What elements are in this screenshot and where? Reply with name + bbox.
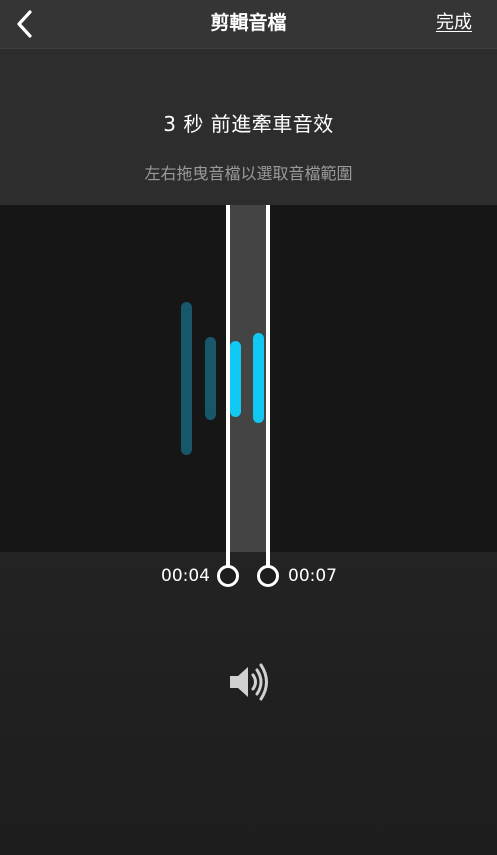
trim-hint: 左右拖曳音檔以選取音檔範圍 (144, 164, 353, 183)
start-time: 00:04 (161, 566, 210, 586)
waveform-bar (181, 302, 192, 455)
waveform-bar (205, 337, 216, 420)
clip-info: 3 秒 前進牽車音效 左右拖曳音檔以選取音檔範圍 (0, 49, 497, 205)
end-time: 00:07 (288, 566, 337, 586)
end-handle-line[interactable] (266, 205, 270, 570)
waveform-area[interactable] (0, 205, 497, 570)
waveform-bar (230, 341, 241, 417)
end-handle[interactable] (257, 565, 279, 587)
trim-audio-screen: 剪輯音檔 完成 3 秒 前進牽車音效 左右拖曳音檔以選取音檔範圍 00:04 0… (0, 0, 497, 855)
clip-name: 3 秒 前進牽車音效 (163, 112, 334, 136)
speaker-button[interactable] (224, 660, 272, 704)
nav-bar: 剪輯音檔 完成 (0, 0, 497, 49)
start-handle[interactable] (217, 565, 239, 587)
page-title: 剪輯音檔 (210, 12, 287, 34)
start-handle-line[interactable] (226, 205, 230, 570)
done-button[interactable]: 完成 (436, 0, 472, 48)
waveform-bar (253, 333, 264, 423)
speaker-volume-icon (230, 663, 268, 701)
